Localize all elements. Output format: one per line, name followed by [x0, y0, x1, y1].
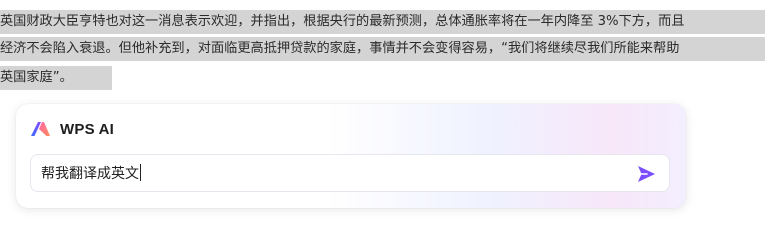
selected-text[interactable]: 经济不会陷入衰退。但他补充到，对面临更高抵押贷款的家庭，事情并不会变得容易，“我… — [0, 37, 765, 61]
prompt-input[interactable]: 帮我翻译成英文 — [30, 154, 670, 192]
prompt-input-text[interactable]: 帮我翻译成英文 — [41, 164, 141, 184]
document-line-1[interactable]: 英国财政大臣亨特也对这一消息表示欢迎，并指出，根据央行的最新预测，总体通胀率将在… — [0, 10, 765, 34]
document-line-2[interactable]: 经济不会陷入衰退。但他补充到，对面临更高抵押贷款的家庭，事情并不会变得容易，“我… — [0, 37, 765, 61]
document-line-3[interactable]: 英国家庭”。 — [0, 66, 112, 90]
panel-header: WPS AI — [30, 118, 114, 140]
wps-ai-panel: WPS AI 帮我翻译成英文 — [16, 104, 686, 208]
panel-title: WPS AI — [60, 120, 114, 138]
send-arrow-icon[interactable] — [635, 163, 657, 185]
selected-text[interactable]: 英国财政大臣亨特也对这一消息表示欢迎，并指出，根据央行的最新预测，总体通胀率将在… — [0, 10, 765, 34]
text-caret — [140, 164, 141, 181]
selected-text[interactable]: 英国家庭”。 — [0, 66, 112, 90]
wps-ai-logo-icon — [31, 122, 50, 136]
